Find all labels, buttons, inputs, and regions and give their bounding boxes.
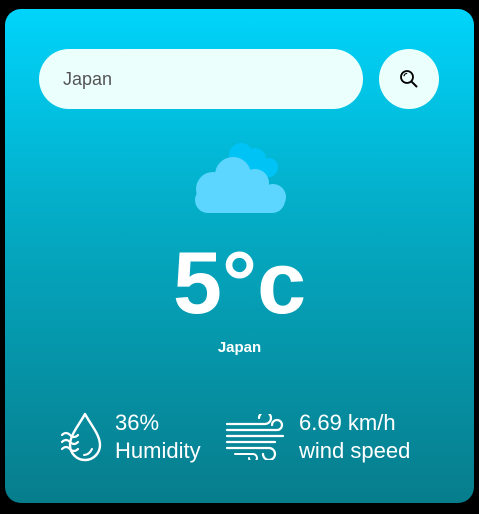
humidity-label: Humidity: [115, 438, 201, 463]
search-bar: [39, 49, 440, 109]
humidity-icon: [60, 412, 102, 462]
weather-card: 5°c Japan 36% Humidity: [5, 9, 474, 503]
wind-detail: 6.69 km/h wind speed: [225, 407, 410, 467]
city-name: Japan: [217, 339, 262, 356]
wind-speed-label: wind speed: [299, 438, 411, 463]
search-input[interactable]: [39, 49, 363, 109]
wind-icon: [225, 414, 285, 460]
humidity-text: 36% Humidity: [115, 409, 201, 465]
temperature-value: 5°c: [172, 233, 307, 332]
search-button[interactable]: [379, 49, 439, 109]
humidity-value: 36%: [115, 410, 160, 435]
wind-text: 6.69 km/h wind speed: [299, 409, 410, 465]
cloud-icon: [195, 143, 286, 213]
search-icon: [400, 70, 418, 88]
humidity-detail: 36% Humidity: [59, 407, 201, 467]
wind-speed-value: 6.69 km/h: [299, 410, 396, 435]
weather-details: 36% Humidity 6.69 km/h wind speed: [5, 407, 474, 467]
